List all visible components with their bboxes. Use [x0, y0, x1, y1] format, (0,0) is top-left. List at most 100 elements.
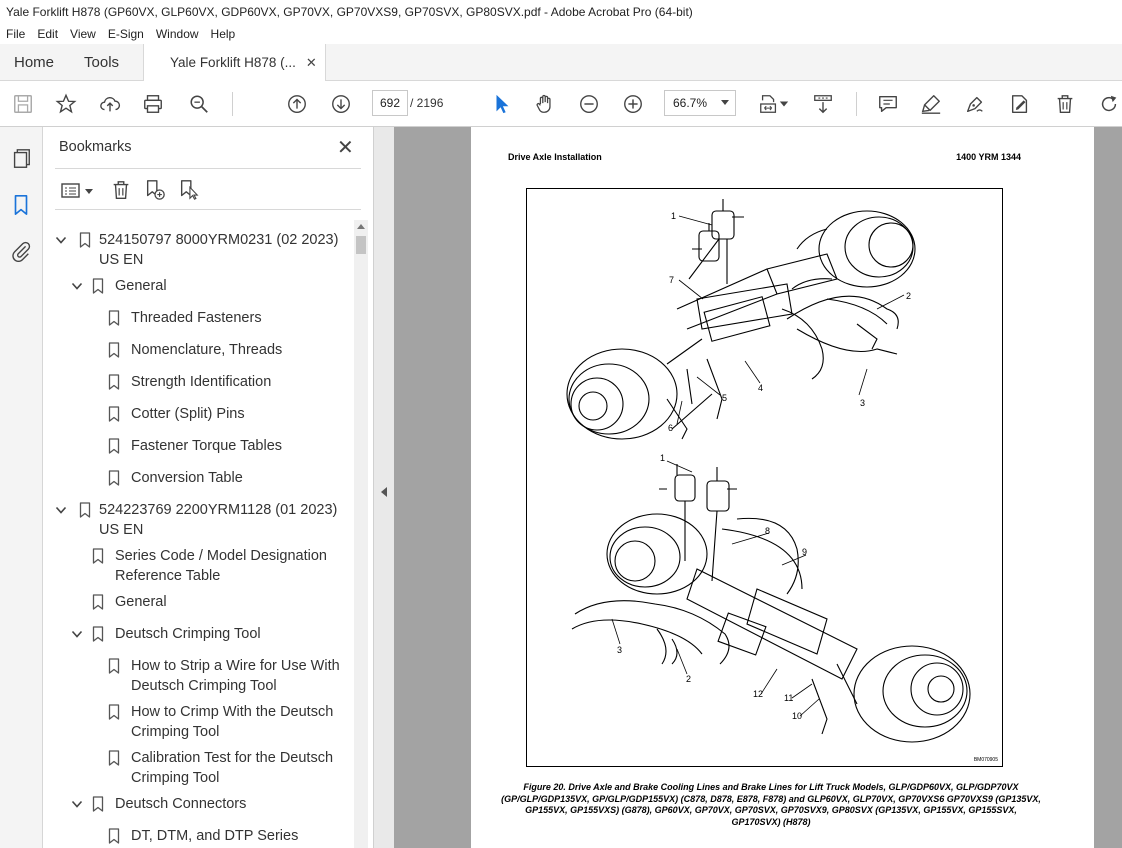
search-zoom-icon[interactable] — [186, 91, 212, 117]
bookmark-item[interactable]: Deutsch Crimping Tool — [43, 624, 353, 644]
bookmark-label: General — [115, 594, 167, 610]
select-cursor-icon[interactable] — [489, 91, 515, 117]
page-up-icon[interactable] — [284, 91, 310, 117]
chevron-down-icon[interactable] — [778, 91, 790, 117]
draw-pen-icon[interactable] — [962, 91, 988, 117]
bookmark-item[interactable]: Conversion Table — [43, 468, 353, 488]
drive-axle-illustration: 1 2 3 4 5 6 7 1 2 3 8 9 10 11 12 — [566, 199, 971, 743]
page-number-input[interactable]: 692 — [372, 90, 408, 116]
zoom-out-icon[interactable] — [576, 91, 602, 117]
callout-label: 2 — [906, 291, 911, 301]
rotate-icon[interactable] — [1096, 91, 1122, 117]
find-bookmark-icon[interactable] — [177, 178, 201, 202]
tab-bar: Home Tools Yale Forklift H878 (... ✕ — [0, 44, 1122, 81]
delete-bookmark-icon[interactable] — [109, 178, 133, 202]
chevron-down-icon[interactable] — [71, 628, 83, 640]
tab-tools[interactable]: Tools — [68, 44, 133, 80]
left-rail — [0, 127, 43, 848]
bookmark-star-icon[interactable] — [53, 91, 79, 117]
callout-label: 2 — [686, 674, 691, 684]
tab-close-icon[interactable]: ✕ — [306, 55, 317, 71]
figure-frame: 1 2 3 4 5 6 7 1 2 3 8 9 10 11 12 BM07090… — [526, 188, 1003, 767]
bookmark-item[interactable]: How to Strip a Wire for Use With Deutsch … — [43, 656, 353, 696]
attachments-icon[interactable] — [9, 239, 33, 263]
scroll-mode-icon[interactable] — [810, 91, 836, 117]
page-down-icon[interactable] — [328, 91, 354, 117]
bookmark-label: General — [115, 278, 167, 294]
bookmark-item[interactable]: Calibration Test for the Deutsch Crimping… — [43, 748, 353, 788]
hand-tool-icon[interactable] — [532, 91, 558, 117]
chevron-down-icon[interactable] — [55, 234, 67, 246]
bookmark-options-icon[interactable] — [60, 178, 96, 202]
bookmark-item[interactable]: Threaded Fasteners — [43, 308, 353, 328]
bookmark-item[interactable]: Nomenclature, Threads — [43, 340, 353, 360]
highlight-pen-icon[interactable] — [918, 91, 944, 117]
bookmark-icon — [92, 626, 104, 642]
delete-icon[interactable] — [1052, 91, 1078, 117]
bookmark-label-line2: US EN — [99, 522, 144, 538]
collapse-panel-icon[interactable] — [381, 487, 387, 497]
bookmark-list: 524150797 8000YRM0231 (02 2023) US EN Gene… — [43, 220, 353, 848]
scrollbar-thumb[interactable] — [356, 236, 366, 254]
callout-label: 6 — [668, 423, 673, 433]
chevron-down-icon[interactable] — [71, 280, 83, 292]
bookmark-icon — [108, 828, 120, 844]
close-icon[interactable]: ✕ — [337, 135, 354, 160]
cloud-upload-icon[interactable] — [97, 91, 123, 117]
bookmark-item[interactable]: Cotter (Split) Pins — [43, 404, 353, 424]
save-icon[interactable] — [10, 91, 36, 117]
comment-icon[interactable] — [875, 91, 901, 117]
toolbar-separator — [856, 92, 857, 116]
bookmark-item[interactable]: DT, DTM, and DTP SeriesConnectors — [43, 826, 353, 848]
menu-view[interactable]: View — [64, 27, 102, 41]
menu-edit[interactable]: Edit — [31, 27, 64, 41]
scroll-up-icon[interactable] — [357, 224, 365, 229]
callout-label: 12 — [753, 689, 763, 699]
panel-splitter[interactable] — [374, 127, 394, 848]
bookmarks-panel-icon[interactable] — [9, 193, 33, 217]
bookmark-label: 524223769 2200YRM1128 (01 2023) — [99, 502, 338, 518]
zoom-in-icon[interactable] — [620, 91, 646, 117]
bookmark-item[interactable]: General — [43, 592, 353, 612]
chevron-down-icon[interactable] — [55, 504, 67, 516]
bookmark-item[interactable]: How to Crimp With the Deutsch Crimping To… — [43, 702, 353, 742]
menu-window[interactable]: Window — [150, 27, 205, 41]
tab-document[interactable]: Yale Forklift H878 (... ✕ — [143, 44, 326, 81]
callout-label: 1 — [660, 453, 665, 463]
bookmark-label: Threaded Fasteners — [131, 310, 262, 326]
bookmark-label: Nomenclature, Threads — [131, 342, 283, 358]
page-total: / 2196 — [410, 96, 444, 110]
bookmarks-scrollbar[interactable] — [354, 220, 368, 848]
callout-label: 5 — [722, 393, 727, 403]
chevron-down-icon[interactable] — [71, 798, 83, 810]
bookmark-item[interactable]: 524223769 2200YRM1128 (01 2023) US EN — [43, 500, 353, 540]
bookmark-label: Series Code / Model Designation — [115, 548, 327, 564]
callout-label: 3 — [617, 645, 622, 655]
bookmark-icon — [108, 406, 120, 422]
menu-file[interactable]: File — [0, 27, 31, 41]
bookmark-item[interactable]: Deutsch Connectors — [43, 794, 353, 814]
bookmark-item[interactable]: Fastener Torque Tables — [43, 436, 353, 456]
menu-help[interactable]: Help — [205, 27, 242, 41]
tab-home[interactable]: Home — [0, 44, 68, 80]
document-viewer[interactable]: Drive Axle Installation 1400 YRM 1344 1 … — [394, 127, 1122, 848]
bookmark-item[interactable]: General — [43, 276, 353, 296]
bookmark-label: How to Crimp With the Deutsch — [131, 704, 334, 720]
bookmark-item[interactable]: Strength Identification — [43, 372, 353, 392]
tab-document-label: Yale Forklift H878 (... — [170, 55, 296, 70]
print-icon[interactable] — [140, 91, 166, 117]
page-thumbnails-icon[interactable] — [9, 147, 33, 171]
figure-caption: Figure 20. Drive Axle and Brake Cooling … — [501, 782, 1041, 827]
callout-label: 1 — [671, 211, 676, 221]
bookmark-item[interactable]: 524150797 8000YRM0231 (02 2023) US EN — [43, 230, 353, 270]
toolbar-separator — [232, 92, 233, 116]
bookmark-icon — [92, 278, 104, 294]
bookmark-label: Deutsch Crimping Tool — [115, 626, 261, 642]
new-bookmark-icon[interactable] — [143, 178, 167, 202]
bookmark-icon — [92, 594, 104, 610]
bookmark-icon — [108, 374, 120, 390]
bookmark-item[interactable]: Series Code / Model Designation Reference… — [43, 546, 353, 586]
zoom-select[interactable]: 66.7% — [664, 90, 736, 116]
menu-esign[interactable]: E-Sign — [102, 27, 150, 41]
edit-pdf-icon[interactable] — [1007, 91, 1033, 117]
